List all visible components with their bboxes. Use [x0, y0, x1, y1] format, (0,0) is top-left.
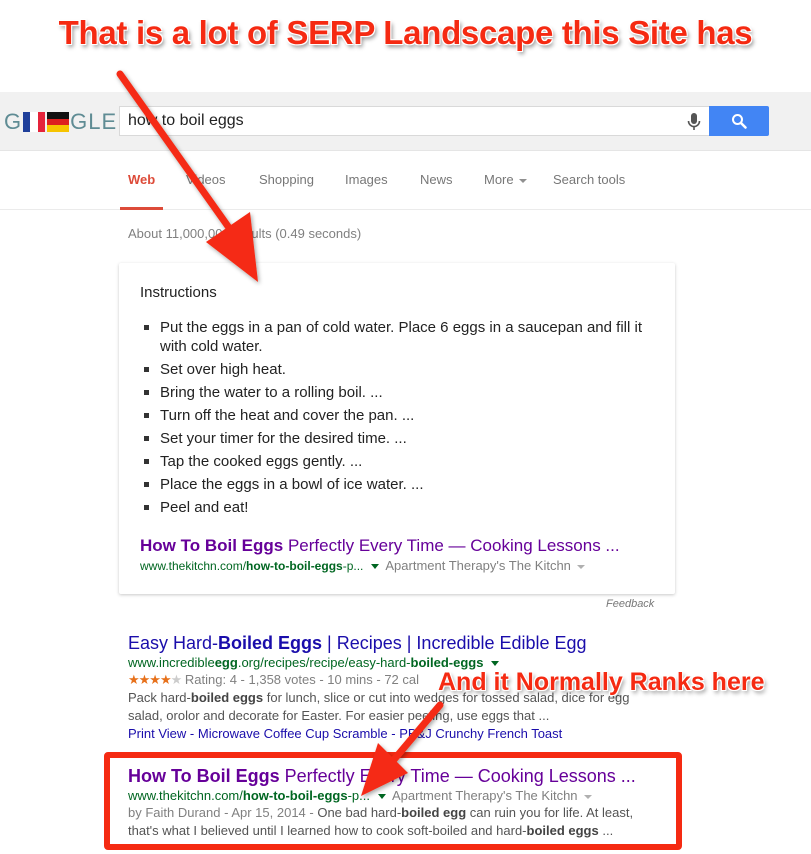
- snippet-bold: boiled eggs: [190, 690, 264, 705]
- rating-stars-icon: ★★★★★: [128, 672, 182, 687]
- source-site-name: Apartment Therapy's The Kitchn: [385, 558, 571, 573]
- microphone-icon[interactable]: [686, 112, 702, 132]
- search-button[interactable]: [709, 106, 769, 136]
- title-part: | Recipes | Incredible Edible Egg: [322, 633, 587, 653]
- highlight-box-annotation: [104, 752, 682, 850]
- germany-flag-icon: [47, 112, 70, 133]
- sitelinks: Print View - Microwave Coffee Cup Scramb…: [128, 726, 563, 741]
- instruction-step: Turn off the heat and cover the pan. ...: [140, 406, 660, 425]
- url-tail: -p...: [342, 559, 364, 573]
- title-bold: Boiled Eggs: [218, 633, 323, 653]
- source-title-bold: How To Boil Eggs: [140, 536, 284, 555]
- url-bold: egg: [214, 655, 238, 670]
- site-dropdown-icon[interactable]: [576, 564, 585, 569]
- instruction-step: Set your timer for the desired time. ...: [140, 429, 660, 448]
- url-dropdown-icon[interactable]: [491, 661, 500, 667]
- tab-more[interactable]: More: [484, 172, 527, 187]
- instruction-step: Peel and eat!: [140, 498, 660, 517]
- logo-suffix: GLE: [70, 109, 118, 134]
- featured-snippet-card: Instructions Put the eggs in a pan of co…: [119, 263, 675, 594]
- tab-news[interactable]: News: [420, 172, 453, 187]
- search-input[interactable]: [128, 107, 668, 135]
- result-stats: About 11,000,000 results (0.49 seconds): [128, 226, 362, 241]
- search-tabs: Web Videos Shopping Images News More Sea…: [0, 151, 811, 210]
- search-box: [119, 106, 710, 136]
- instructions-list: Put the eggs in a pan of cold water. Pla…: [140, 318, 660, 521]
- url-part: www.incredible: [128, 655, 215, 670]
- title-part: Easy Hard-: [128, 633, 219, 653]
- tab-videos[interactable]: Videos: [186, 172, 226, 187]
- url-plain: www.thekitchn.com/: [140, 559, 247, 573]
- instruction-step: Set over high heat.: [140, 360, 660, 379]
- result-title-link[interactable]: Easy Hard-Boiled Eggs | Recipes | Incred…: [128, 632, 658, 654]
- france-flag-icon: [23, 112, 46, 132]
- magnifier-icon: [732, 114, 747, 129]
- url-dropdown-icon[interactable]: [371, 564, 380, 570]
- tab-more-label: More: [484, 172, 514, 187]
- active-tab-indicator: [120, 207, 163, 210]
- featured-snippet-heading: Instructions: [140, 284, 217, 301]
- rating-text: Rating: 4 - 1,358 votes - 10 mins - 72 c…: [184, 672, 420, 687]
- annotation-bottom-callout: And it Normally Ranks here: [438, 668, 765, 696]
- instruction-step: Put the eggs in a pan of cold water. Pla…: [140, 318, 660, 356]
- annotation-top-callout: That is a lot of SERP Landscape this Sit…: [58, 14, 753, 51]
- snippet-part: Pack hard-: [128, 690, 191, 705]
- source-title-rest: Perfectly Every Time — Cooking Lessons .…: [283, 536, 620, 555]
- featured-snippet-source-link[interactable]: How To Boil Eggs Perfectly Every Time — …: [140, 536, 620, 556]
- tab-search-tools[interactable]: Search tools: [553, 172, 625, 187]
- sitelink[interactable]: PB&J Crunchy French Toast: [399, 726, 562, 741]
- sitelink[interactable]: Microwave Coffee Cup Scramble: [198, 726, 388, 741]
- feedback-link[interactable]: Feedback: [606, 598, 654, 610]
- url-part: .org/recipes/recipe/easy-hard-: [237, 655, 411, 670]
- sitelink[interactable]: Print View: [128, 726, 186, 741]
- featured-snippet-url: www.thekitchn.com/how-to-boil-eggs-p... A…: [140, 558, 585, 573]
- instruction-step: Bring the water to a rolling boil. ...: [140, 383, 660, 402]
- tab-shopping[interactable]: Shopping: [259, 172, 314, 187]
- instruction-step: Place the eggs in a bowl of ice water. .…: [140, 475, 660, 494]
- tab-images[interactable]: Images: [345, 172, 388, 187]
- logo[interactable]: G GLE: [4, 109, 118, 134]
- logo-prefix: G: [4, 109, 23, 134]
- chevron-down-icon: [518, 178, 527, 183]
- tab-web[interactable]: Web: [128, 172, 155, 187]
- instruction-step: Tap the cooked eggs gently. ...: [140, 452, 660, 471]
- url-bold: how-to-boil-eggs: [246, 559, 343, 573]
